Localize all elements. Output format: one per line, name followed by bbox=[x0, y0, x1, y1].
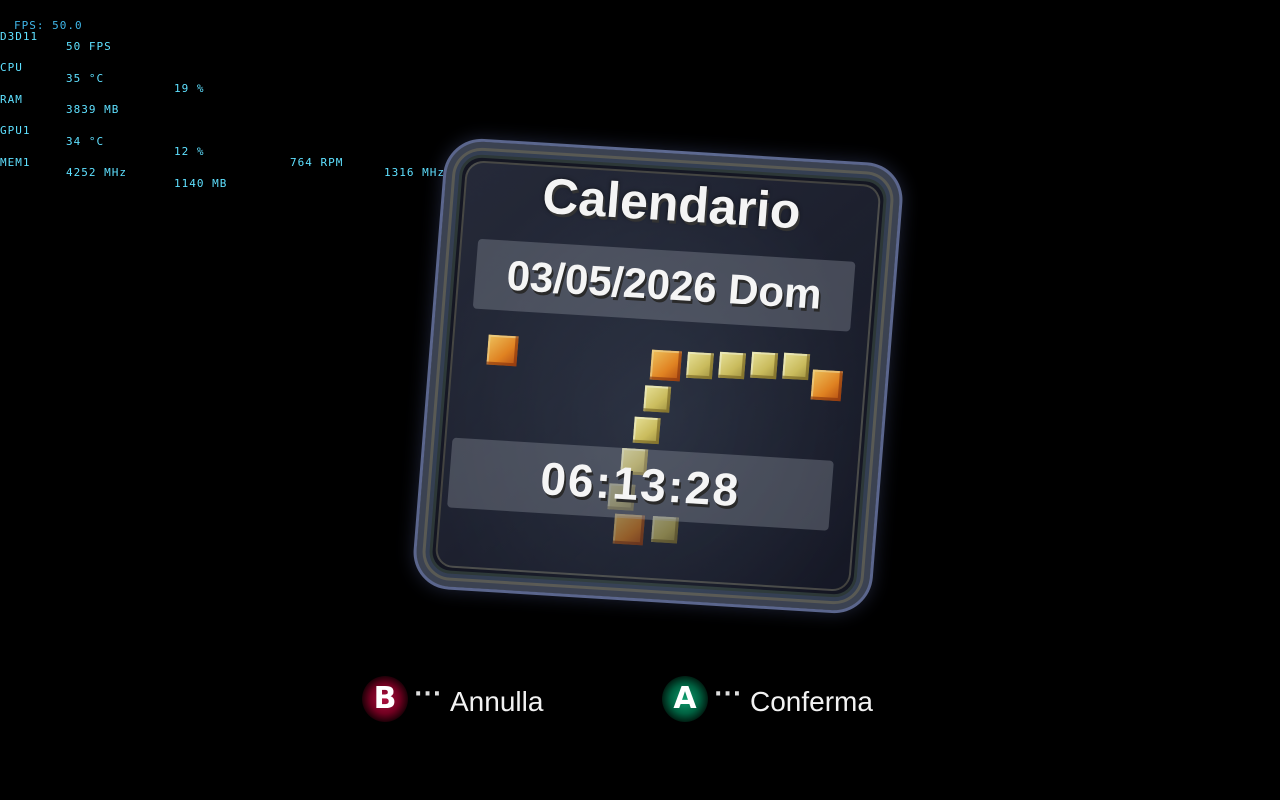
osd-row-mem: MEM1 4252 MHz 1140 MB bbox=[0, 147, 226, 189]
yellow-block bbox=[632, 416, 661, 445]
osd-fps: 50 FPS bbox=[66, 40, 112, 53]
performance-overlay: D3D11 50 FPS CPU 35 °C 19 % RAM 3839 MB … bbox=[0, 0, 444, 189]
osd-mem-clock: 4252 MHz bbox=[66, 166, 127, 179]
fps-overlay: FPS: 50.0 bbox=[14, 19, 83, 32]
osd-label: GPU1 bbox=[0, 124, 31, 137]
osd-row-cpu: CPU 35 °C 19 % bbox=[0, 53, 204, 94]
osd-label: CPU bbox=[0, 61, 23, 74]
game-screen: D3D11 50 FPS CPU 35 °C 19 % RAM 3839 MB … bbox=[0, 0, 1280, 800]
confirm-label: Conferma bbox=[750, 686, 873, 717]
osd-label: RAM bbox=[0, 92, 23, 106]
yellow-block bbox=[718, 351, 747, 380]
osd-cpu-temp: 35 °C bbox=[66, 71, 105, 85]
yellow-block bbox=[782, 352, 811, 381]
yellow-block bbox=[643, 385, 672, 413]
osd-label: MEM1 bbox=[0, 155, 31, 169]
orange-block bbox=[810, 369, 843, 402]
osd-label: D3D11 bbox=[0, 29, 39, 43]
calendar-cube: Calendario 03/05/2026 Dom 06:13:28 bbox=[410, 136, 906, 616]
hint-separator: ··· bbox=[414, 682, 443, 707]
osd-ram: 3839 MB bbox=[66, 103, 120, 116]
cancel-label: Annulla bbox=[450, 686, 544, 717]
osd-mem-used: 1140 MB bbox=[174, 176, 228, 190]
yellow-block bbox=[750, 351, 779, 380]
b-button-icon: B bbox=[362, 676, 408, 722]
yellow-block bbox=[685, 351, 714, 380]
a-button-icon: A bbox=[662, 676, 708, 722]
osd-gpu-temp: 34 °C bbox=[66, 134, 105, 148]
osd-cpu-usage: 19 % bbox=[174, 82, 205, 95]
osd-gpu-usage: 12 % bbox=[174, 145, 205, 158]
hint-separator: ··· bbox=[714, 682, 743, 707]
osd-gpu-clock: 1316 MHz bbox=[384, 166, 445, 179]
osd-row-gpu: GPU1 34 °C 12 % 764 RPM 1316 MHz bbox=[0, 116, 444, 178]
orange-block bbox=[649, 349, 682, 382]
osd-row-ram: RAM 3839 MB bbox=[0, 84, 118, 115]
osd-gpu-fan: 764 RPM bbox=[290, 155, 344, 169]
cursor-block-left bbox=[486, 334, 519, 367]
